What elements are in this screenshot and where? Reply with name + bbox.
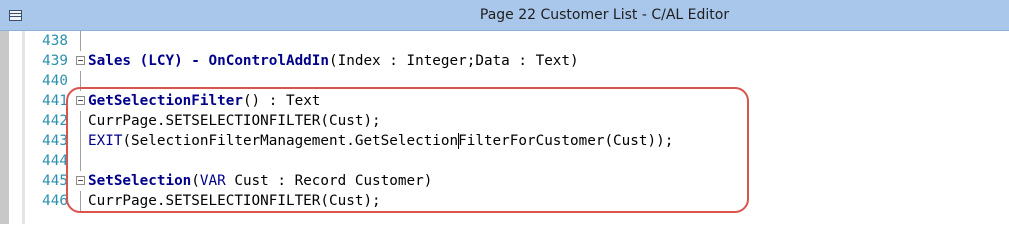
line-number: 438 (42, 33, 68, 49)
line-number: 443 (42, 133, 68, 149)
collapse-icon[interactable] (76, 56, 85, 65)
highlight-annotation (66, 87, 749, 213)
line-number: 441 (42, 93, 68, 109)
line-number: 439 (42, 53, 68, 69)
window-titlebar[interactable]: Page 22 Customer List - C/AL Editor (0, 0, 1009, 31)
line-number: 442 (42, 113, 68, 129)
function-name: Sales (LCY) - OnControlAddIn (88, 53, 330, 69)
code-line[interactable]: 438 (0, 31, 1009, 51)
line-number: 440 (42, 73, 68, 89)
code-line[interactable]: 439 Sales (LCY) - OnControlAddIn(Index : … (0, 51, 1009, 71)
code-token: (Index : Integer;Data : Text) (329, 53, 579, 69)
line-number: 446 (42, 193, 68, 209)
fold-line (80, 31, 81, 51)
line-number: 445 (42, 173, 68, 189)
window-title: Page 22 Customer List - C/AL Editor (479, 7, 730, 23)
code-text[interactable]: Sales (LCY) - OnControlAddIn(Index : Int… (88, 51, 579, 71)
line-number: 444 (42, 153, 68, 169)
